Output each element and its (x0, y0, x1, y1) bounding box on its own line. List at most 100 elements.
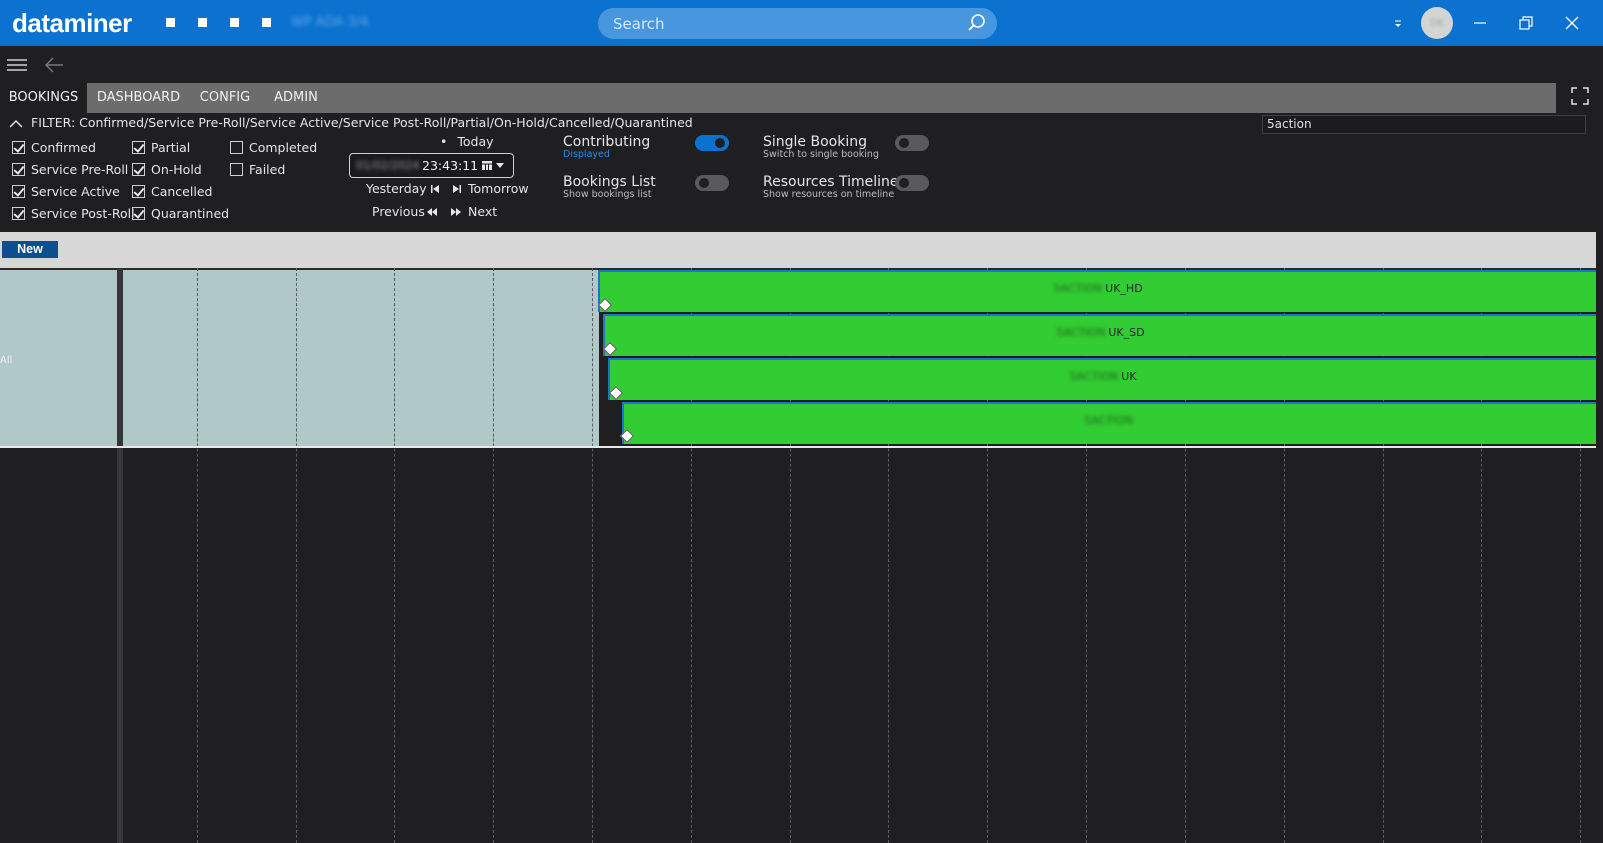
checkbox-label: Cancelled (151, 183, 213, 199)
calendar-dropdown-icon[interactable] (481, 159, 507, 172)
checkbox-label: Confirmed (31, 139, 96, 155)
checkbox-service-post-roll[interactable]: Service Post-Roll (12, 205, 135, 221)
fullscreen-icon[interactable] (1571, 87, 1589, 105)
new-booking-button[interactable]: New (2, 241, 58, 258)
checkbox-label: Service Post-Roll (31, 205, 135, 221)
rewind-icon[interactable] (426, 207, 438, 217)
filter-summary[interactable]: FILTER: Confirmed/Service Pre-Roll/Servi… (9, 115, 693, 131)
avatar[interactable]: DK (1421, 7, 1453, 39)
app-square-icon[interactable] (230, 18, 239, 27)
timeline-gridline (296, 268, 297, 843)
booking-search-input[interactable]: 5action (1262, 115, 1586, 134)
checkbox-partial[interactable]: Partial (132, 139, 190, 155)
resource-label: All (0, 355, 13, 366)
search-input[interactable]: Search (613, 15, 665, 33)
bookings-list-label: Bookings List (563, 174, 656, 190)
checkbox-box[interactable] (12, 140, 25, 154)
app-square-icon[interactable] (198, 18, 207, 27)
checkbox-cancelled[interactable]: Cancelled (132, 183, 212, 199)
tab-dashboard[interactable]: DASHBOARD (91, 83, 186, 113)
checkbox-service-pre-roll[interactable]: Service Pre-Roll (12, 161, 128, 177)
window-title: WP ADA 3/4 (291, 15, 369, 30)
back-arrow-icon[interactable] (44, 56, 64, 74)
checkbox-box[interactable] (12, 206, 25, 220)
checkbox-label: Completed (249, 139, 318, 155)
checkbox-failed[interactable]: Failed (230, 161, 285, 177)
booking-bar-action[interactable]: 5ACTION (622, 402, 1596, 444)
checkbox-label: Service Pre-Roll (31, 161, 129, 177)
resources-timeline-toggle[interactable] (895, 175, 929, 191)
bookings-list-sublabel: Show bookings list (563, 189, 652, 200)
checkbox-label: Failed (249, 161, 286, 177)
checkbox-box[interactable] (132, 140, 145, 154)
contributing-toggle[interactable] (695, 135, 729, 151)
timeline-gridline (197, 268, 198, 843)
checkbox-completed[interactable]: Completed (230, 139, 317, 155)
checkbox-box[interactable] (132, 162, 145, 176)
booking-label: 5ACTION UK_SD (1056, 326, 1145, 339)
checkbox-label: Partial (151, 139, 191, 155)
title-bar: dataminer WP ADA 3/4 Search DK (0, 0, 1603, 46)
single-booking-toggle[interactable] (895, 135, 929, 151)
app-logo: dataminer (12, 8, 132, 38)
checkbox-box[interactable] (132, 184, 145, 198)
global-search[interactable]: Search (598, 8, 997, 39)
checkbox-box[interactable] (12, 184, 25, 198)
filter-label: FILTER: Confirmed/Service Pre-Roll/Servi… (31, 115, 693, 130)
checkbox-label: On-Hold (151, 161, 202, 177)
booking-bar-uk-sd[interactable]: 5ACTION UK_SD (603, 314, 1596, 356)
booking-label: 5ACTION UK (1069, 370, 1137, 383)
timeline-row-border (0, 446, 1596, 448)
app-square-icon[interactable] (166, 18, 175, 27)
tab-config[interactable]: CONFIG (193, 83, 257, 113)
contributing-sublabel: Displayed (563, 149, 610, 160)
time-value: 23:43:11 (422, 158, 479, 173)
checkbox-quarantined[interactable]: Quarantined (132, 205, 229, 221)
date-value: 01/02/2024 (356, 159, 420, 172)
resource-column: All (0, 270, 117, 446)
tab-bookings[interactable]: BOOKINGS (0, 83, 87, 113)
fast-forward-icon[interactable] (450, 207, 462, 217)
checkbox-box[interactable] (132, 206, 145, 220)
next-button[interactable]: Next (468, 204, 497, 219)
collapse-chevron-icon[interactable] (9, 119, 23, 129)
date-time-picker[interactable]: 01/02/2024 23:43:11 (349, 153, 514, 178)
tomorrow-button[interactable]: Tomorrow (468, 181, 529, 196)
checkbox-confirmed[interactable]: Confirmed (12, 139, 96, 155)
single-booking-sublabel: Switch to single booking (763, 149, 879, 160)
resources-timeline-label: Resources Timeline (763, 174, 899, 190)
restore-icon[interactable] (1516, 13, 1536, 33)
today-button[interactable]: Today (440, 134, 493, 149)
booking-bar-uk-hd[interactable]: 5ACTION UK_HD (598, 270, 1596, 312)
booking-label: 5ACTION UK_HD (1053, 282, 1143, 295)
skip-back-icon[interactable] (430, 184, 442, 194)
checkbox-on-hold[interactable]: On-Hold (132, 161, 202, 177)
past-time-area (123, 270, 599, 446)
contributing-label: Contributing (563, 134, 651, 150)
checkbox-label: Service Active (31, 183, 120, 199)
tab-admin[interactable]: ADMIN (266, 83, 326, 113)
action-bar: New (0, 232, 1596, 268)
search-icon[interactable] (967, 13, 987, 33)
single-booking-label: Single Booking (763, 134, 867, 150)
booking-bar-uk[interactable]: 5ACTION UK (608, 358, 1596, 400)
close-icon[interactable] (1562, 13, 1582, 33)
booking-timeline[interactable]: All 5ACTION UK_HD 5ACTION UK_SD 5ACTION UK … (0, 268, 1596, 843)
bookings-list-toggle[interactable] (695, 175, 729, 191)
checkbox-box[interactable] (230, 162, 243, 176)
yesterday-button[interactable]: Yesterday (366, 181, 427, 196)
minimize-icon[interactable] (1470, 13, 1490, 33)
checkbox-service-active[interactable]: Service Active (12, 183, 120, 199)
checkbox-box[interactable] (230, 140, 243, 154)
toggle-knob (699, 178, 709, 188)
module-tabs: BOOKINGS DASHBOARD CONFIG ADMIN (0, 83, 1556, 113)
toggle-knob (715, 138, 725, 148)
timeline-gridline (592, 268, 593, 843)
checkbox-box[interactable] (12, 162, 25, 176)
hamburger-menu-icon[interactable] (7, 57, 27, 73)
dropdown-icon[interactable] (1391, 17, 1405, 31)
previous-button[interactable]: Previous (372, 204, 425, 219)
skip-forward-icon[interactable] (450, 184, 462, 194)
app-square-icon[interactable] (262, 18, 271, 27)
booking-label: 5ACTION (1084, 414, 1133, 427)
